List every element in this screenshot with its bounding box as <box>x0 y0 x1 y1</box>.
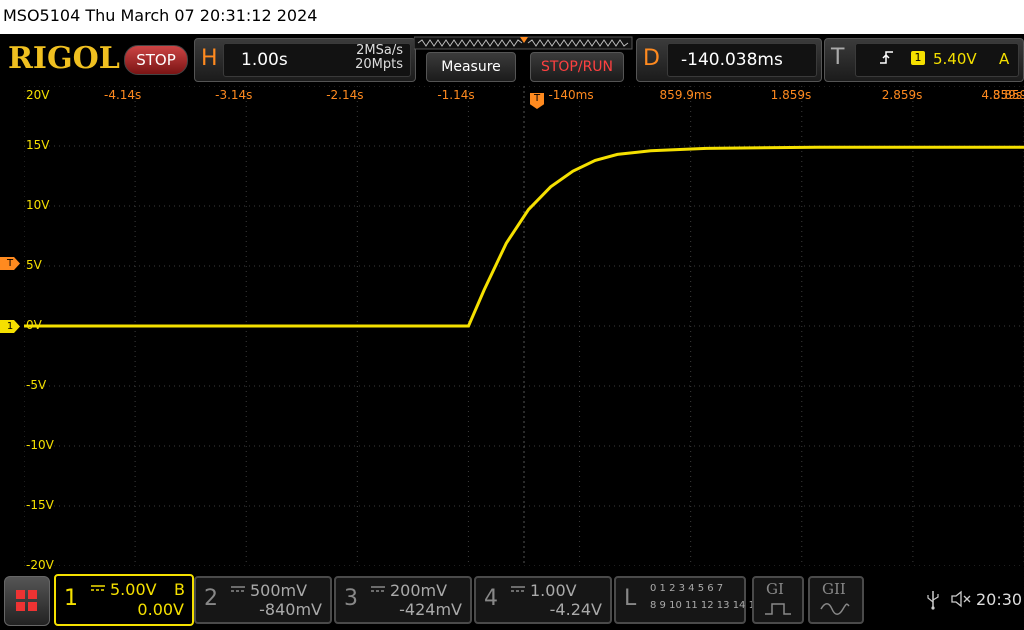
y-tick-label: -10V <box>26 438 54 452</box>
y-tick-label: 20V <box>26 88 50 102</box>
x-tick-label: -1.14s <box>437 88 475 102</box>
sine-wave-icon <box>820 603 850 615</box>
y-tick-label: 5V <box>26 258 42 272</box>
dc-coupling-icon <box>511 586 525 592</box>
generator1-label: GI <box>766 580 784 598</box>
channel2-number: 2 <box>204 586 218 611</box>
measure-button[interactable]: Measure <box>426 52 516 82</box>
channel4-number: 4 <box>484 586 498 611</box>
memory-depth: 20Mpts <box>355 57 403 72</box>
channel1-offset: 0.00V <box>137 600 184 619</box>
horizontal-panel[interactable]: H 1.00s 2MSa/s 20Mpts <box>194 38 416 82</box>
delay-panel[interactable]: D -140.038ms <box>636 38 822 82</box>
run-state-badge[interactable]: STOP <box>124 45 188 75</box>
trigger-panel[interactable]: T 1 5.40V A <box>824 38 1024 82</box>
menu-icon <box>16 590 37 611</box>
logic-channels-row1: 0 1 2 3 4 5 6 7 <box>650 583 724 594</box>
channel2-panel[interactable]: 2 500mV -840mV <box>194 576 332 624</box>
dc-coupling-icon <box>91 585 105 591</box>
channel1-bw-flag: B <box>174 580 185 599</box>
channel2-offset: -840mV <box>259 600 322 619</box>
y-tick-label: -5V <box>26 378 47 392</box>
x-tick-label: -3.14s <box>215 88 253 102</box>
x-tick-label: 859.9ms <box>659 88 712 102</box>
logic-letter: L <box>624 586 637 611</box>
x-tick-label: -4.14s <box>104 88 142 102</box>
channel3-scale: 200mV <box>390 581 448 600</box>
delay-value: -140.038ms <box>681 50 783 70</box>
channel1-scale: 5.00V <box>110 580 157 599</box>
x-tick-label: -2.14s <box>326 88 364 102</box>
channel1-panel[interactable]: 1 5.00V B 0.00V <box>54 574 194 626</box>
y-tick-label: -15V <box>26 498 54 512</box>
delay-letter: D <box>643 46 660 71</box>
trigger-level-marker[interactable]: T <box>0 257 20 270</box>
y-tick-label: 10V <box>26 198 50 212</box>
speaker-muted-icon[interactable] <box>950 590 972 608</box>
window-title: MSO5104 Thu March 07 20:31:12 2024 <box>3 6 318 25</box>
x-tick-label: -140ms <box>548 88 594 102</box>
logic-panel[interactable]: L 0 1 2 3 4 5 6 7 8 9 10 11 12 13 14 15 <box>614 576 761 624</box>
sample-rate: 2MSa/s <box>356 43 403 58</box>
stop-run-button[interactable]: STOP/RUN <box>530 52 624 82</box>
menu-button[interactable] <box>4 576 50 626</box>
channel1-ground-marker[interactable]: 1 <box>0 320 20 333</box>
clock: 20:30 <box>976 590 1023 609</box>
channel1-number: 1 <box>64 586 78 611</box>
x-tick-label: 1.859s <box>770 88 812 102</box>
dc-coupling-icon <box>371 586 385 592</box>
channel3-offset: -424mV <box>399 600 462 619</box>
pulse-wave-icon <box>765 603 791 615</box>
channel3-panel[interactable]: 3 200mV -424mV <box>334 576 472 624</box>
y-tick-label: 0V <box>26 318 42 332</box>
channel3-number: 3 <box>344 586 358 611</box>
x-tick-label: 2.859s <box>881 88 923 102</box>
channel2-scale: 500mV <box>250 581 308 600</box>
generator1-button[interactable]: GI <box>752 576 804 624</box>
generator2-label: GII <box>822 580 846 598</box>
waveform-display[interactable] <box>24 86 1024 566</box>
trigger-level-value: 5.40V <box>933 50 977 68</box>
trigger-mode: A <box>999 50 1010 68</box>
horizontal-letter: H <box>201 46 218 71</box>
usb-icon[interactable] <box>926 590 940 610</box>
trigger-letter: T <box>831 45 845 70</box>
dc-coupling-icon <box>231 586 245 592</box>
x-tick-label: 4.859s <box>981 88 1022 102</box>
channel4-panel[interactable]: 4 1.00V -4.24V <box>474 576 612 624</box>
channel4-offset: -4.24V <box>549 600 602 619</box>
channel4-scale: 1.00V <box>530 581 577 600</box>
memory-overview-strip[interactable] <box>414 36 634 52</box>
rigol-logo: RIGOL <box>8 41 120 76</box>
logic-channels-row2: 8 9 10 11 12 13 14 15 <box>650 600 762 611</box>
generator2-button[interactable]: GII <box>808 576 864 624</box>
trigger-edge-icon <box>880 51 893 64</box>
trigger-source-badge: 1 <box>911 51 925 65</box>
y-tick-label: 15V <box>26 138 50 152</box>
timebase-value: 1.00s <box>241 50 288 70</box>
